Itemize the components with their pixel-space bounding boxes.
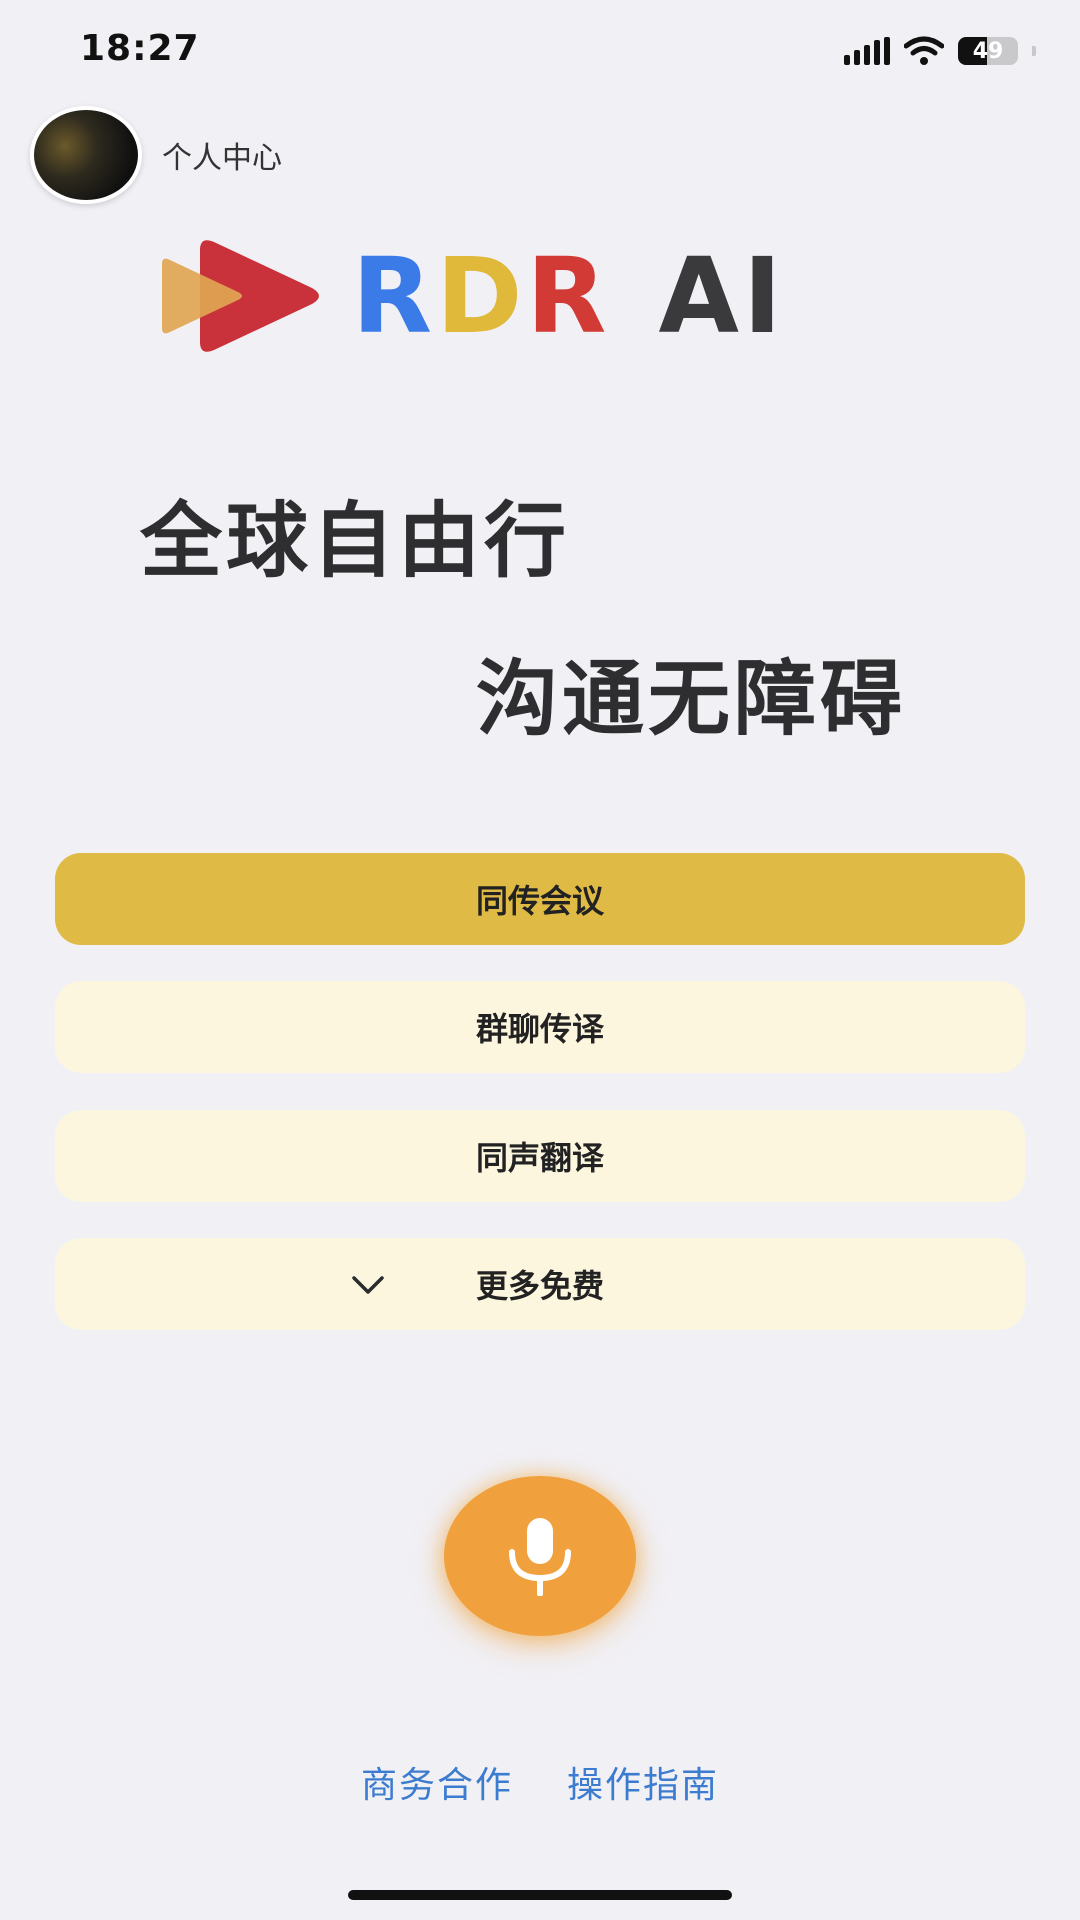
logo-letter-d: D [436,235,527,357]
menu-more-free-button[interactable]: 更多免费 [55,1238,1025,1330]
microphone-button[interactable] [444,1476,636,1636]
user-guide-link[interactable]: 操作指南 [567,1756,719,1808]
microphone-icon [509,1518,571,1596]
home-indicator[interactable] [348,1890,732,1900]
battery-level: 49 [972,38,1004,64]
business-cooperation-link[interactable]: 商务合作 [361,1756,513,1808]
menu-label: 同传会议 [475,882,604,920]
logo-letter-r1: R [352,235,437,357]
logo-ai: AI [658,235,786,357]
status-icons: 49 [844,36,1036,66]
slogan-line-2: 沟通无障碍 [476,652,907,747]
menu-label: 同声翻译 [475,1139,604,1177]
battery-cap [1032,46,1036,56]
wifi-icon [904,36,944,65]
cellular-signal-icon [844,37,890,65]
slogan-line-1: 全球自由行 [140,494,571,589]
profile-entry[interactable]: 个人中心 [30,106,282,204]
play-logo-icon [162,240,319,352]
avatar[interactable] [30,106,142,204]
menu-simultaneous-translation-button[interactable]: 同声翻译 [55,1110,1025,1202]
app-screen: 18:27 49 个人中心 RDR AI 全球自由行 沟通无障碍 同传会议 群聊… [0,0,1080,1920]
chevron-down-icon[interactable] [351,1268,385,1302]
logo-letter-r2: R [526,235,611,357]
footer-links: 商务合作 操作指南 [0,1756,1080,1808]
menu-label: 群聊传译 [475,1010,604,1048]
logo-wordmark: RDR AI [352,244,786,348]
app-logo: RDR AI [160,236,786,356]
profile-label: 个人中心 [162,141,282,176]
menu-group-chat-interpretation-button[interactable]: 群聊传译 [55,981,1025,1073]
status-time: 18:27 [80,28,200,69]
menu-label: 更多免费 [475,1267,604,1305]
battery-indicator: 49 [958,37,1018,65]
menu-conference-interpretation-button[interactable]: 同传会议 [55,853,1025,945]
